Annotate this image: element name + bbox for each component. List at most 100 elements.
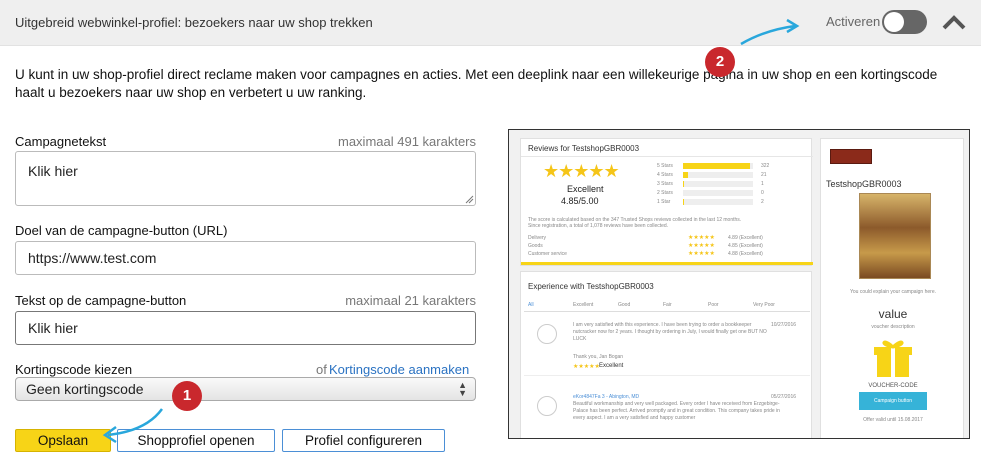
intro-text: U kunt in uw shop-profiel direct reclame… [15,67,938,100]
preview-shop-logo [830,149,872,164]
rating-row-count: 21 [761,172,767,178]
preview-review-2-date: 05/27/2016 [771,394,797,400]
preview-experience-card: Experience with TestshopGBR0003 All Excel… [520,271,812,438]
rating-row-bar [683,199,753,205]
rating-row-count: 0 [761,190,764,196]
preview-review-1-date: 10/27/2016 [771,322,797,328]
preview-rating-score: 4.85/5.00 [561,196,599,206]
preview-rating-word: Excellent [567,184,604,194]
preview-voucher-value: value [878,307,908,321]
annotation-arrow-2-icon [740,18,800,46]
preview-review-1-text: I am very satisfied with this experience… [573,322,767,342]
button-url-label: Doel van de campagne-button (URL) [15,223,228,238]
rating-row-label: 3 Stars [657,181,673,187]
rating-row-label: 2 Stars [657,190,673,196]
rating-row-count: 322 [761,163,770,169]
section-header[interactable]: Uitgebreid webwinkel-profiel: bezoekers … [0,0,981,46]
rating-row-count: 1 [761,181,764,187]
configure-profile-button[interactable]: Profiel configureren [282,429,445,452]
step-badge-1: 1 [172,381,202,411]
discount-label: Kortingscode kiezen [15,362,133,377]
button-url-input[interactable] [15,241,476,275]
preview-explain-text: You could explain your campaign here. [850,289,936,295]
rating-row-bar-fill [683,181,684,187]
preview-tab: Excellent [573,302,594,308]
preview-shop-card: TestshopGBR0003 You could explain your c… [820,138,964,438]
activate-toggle[interactable] [882,10,927,34]
rating-row-bar [683,172,753,178]
preview-criteria-list: Delivery ★★★★★ 4.89 (Excellent) Goods ★★★★★ 4… [528,235,806,259]
preview-review-tabs: All Excellent Good Fair Poor Very Poor [524,302,810,312]
or-text: of [316,362,327,377]
rating-row-bar-fill [683,172,688,178]
rating-row-bar-fill [683,199,684,205]
resize-handle-icon[interactable] [465,195,474,204]
rating-row: 1 Star 2 [657,198,807,206]
preview-reviews-title: Reviews for TestshopGBR0003 [528,144,640,153]
button-text-hint: maximaal 21 karakters [345,293,476,308]
rating-row-bar [683,181,753,187]
preview-rating-distribution: 5 Stars 322 4 Stars 21 3 Stars 1 2 Stars 0 1 Sta… [657,162,807,207]
section-title: Uitgebreid webwinkel-profiel: bezoekers … [15,15,373,30]
gift-icon [874,340,912,377]
rating-row: 2 Stars 0 [657,189,807,197]
preview-review-1-author: Thank you, Jan Bogan [573,354,624,360]
create-discount-link[interactable]: Kortingscode aanmaken [329,362,469,377]
preview-tab: Poor [708,302,719,308]
preview-review-2-text: Beautiful workmanship and very well pack… [573,401,780,421]
rating-row-label: 4 Stars [657,172,673,178]
profile-preview: Reviews for TestshopGBR0003 ★★★★★ Excell… [508,129,970,439]
campaign-text-input[interactable]: Klik hier [15,151,476,206]
criteria-row: Delivery ★★★★★ 4.89 (Excellent) [528,235,806,243]
preview-review-2-author: eKor4847Fa 3 - Abington, MD [573,394,640,400]
step-badge-2: 2 [705,47,735,77]
discount-select[interactable]: Geen kortingscode ▲ ▼ [15,377,476,401]
criteria-row: Customer service ★★★★★ 4.88 (Excellent) [528,251,806,259]
criteria-score: 4.88 (Excellent) [728,251,763,257]
preview-avatar-2 [537,396,557,416]
button-text-label: Tekst op de campagne-button [15,293,187,308]
rating-row-bar [683,163,753,169]
preview-shop-name: TestshopGBR0003 [826,179,902,189]
preview-experience-title: Experience with TestshopGBR0003 [528,282,654,291]
preview-tab: Fair [663,302,672,308]
button-text-input[interactable] [15,311,476,345]
rating-row: 5 Stars 322 [657,162,807,170]
criteria-stars-icon: ★★★★★ [688,235,715,241]
chevron-up-icon[interactable] [941,12,967,32]
criteria-row: Goods ★★★★★ 4.85 (Excellent) [528,243,806,251]
criteria-stars-icon: ★★★★★ [688,243,715,249]
preview-tab: Good [618,302,631,308]
rating-row: 3 Stars 1 [657,180,807,188]
criteria-label: Customer service [528,251,567,257]
annotation-arrow-1-icon [102,408,164,444]
preview-avatar-1 [537,324,557,344]
criteria-score: 4.85 (Excellent) [728,243,763,249]
preview-review-1-stars-icon: ★★★★★ [573,364,600,370]
criteria-score: 4.89 (Excellent) [728,235,763,241]
preview-tab: All [528,302,534,308]
preview-offer-valid: Offer valid until 15.08.2017 [863,417,923,423]
campaign-text-hint: maximaal 491 karakters [338,134,476,149]
rating-row-bar-fill [683,163,750,169]
preview-reviews-card: Reviews for TestshopGBR0003 ★★★★★ Excell… [520,138,813,266]
rating-row-label: 5 Stars [657,163,673,169]
preview-shop-image [859,193,931,279]
rating-row-label: 1 Star [657,199,671,205]
rating-row-bar [683,190,753,196]
rating-row-count: 2 [761,199,764,205]
select-arrows-icon: ▲ ▼ [458,380,467,398]
preview-campaign-button: Campaign button [859,392,927,410]
activate-label: Activeren [826,14,881,29]
preview-tab: Very Poor [753,302,775,308]
preview-voucher-code: VOUCHER-CODE [868,383,918,389]
criteria-label: Delivery [528,235,547,241]
preview-voucher-desc: voucher description [871,324,915,330]
toggle-knob [884,12,904,32]
preview-reviews-note: The score is calculated based on the 347… [528,217,742,229]
preview-stars-icon: ★★★★★ [543,161,620,181]
preview-review-1-rating: Excellent [599,363,624,369]
criteria-stars-icon: ★★★★★ [688,251,715,257]
campaign-text-label: Campagnetekst [15,134,107,149]
criteria-label: Goods [528,243,543,249]
